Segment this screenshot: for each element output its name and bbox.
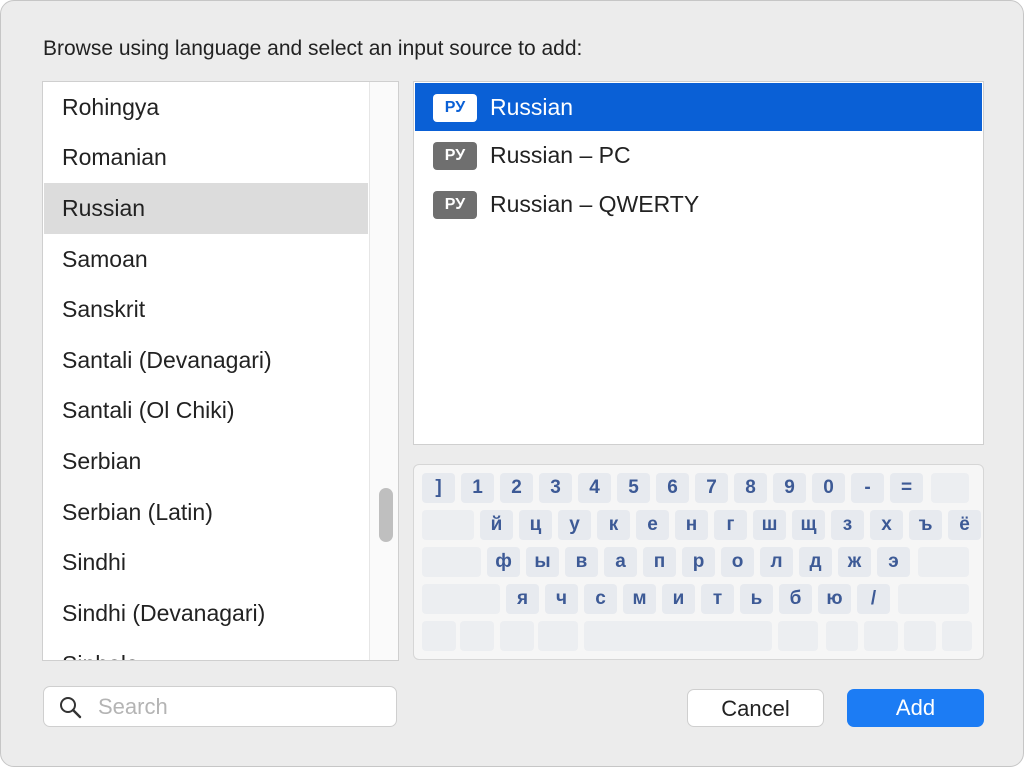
keyboard-key: г (714, 510, 747, 540)
keyboard-key: о (721, 547, 754, 577)
keyboard-key-blank (864, 621, 898, 651)
keyboard-key: и (662, 584, 695, 614)
language-item-sindhi-devanagari[interactable]: Sindhi (Devanagari) (44, 588, 368, 639)
keyboard-key: т (701, 584, 734, 614)
keyboard-key-blank (422, 621, 456, 651)
add-button[interactable]: Add (847, 689, 984, 727)
language-list-scrollbar[interactable] (369, 82, 398, 660)
keyboard-key: ц (519, 510, 552, 540)
keyboard-key: с (584, 584, 617, 614)
keyboard-badge-icon: РУ (433, 191, 477, 219)
keyboard-key: 7 (695, 473, 728, 503)
keyboard-key: я (506, 584, 539, 614)
keyboard-key-blank (898, 584, 969, 614)
keyboard-key-blank (584, 621, 772, 651)
keyboard-key: 3 (539, 473, 572, 503)
keyboard-key-blank (904, 621, 936, 651)
keyboard-key: ь (740, 584, 773, 614)
keyboard-key-blank (422, 510, 474, 540)
keyboard-key: м (623, 584, 656, 614)
keyboard-key: й (480, 510, 513, 540)
language-item-rohingya[interactable]: Rohingya (44, 82, 368, 133)
input-source-label: Russian – PC (490, 142, 631, 168)
keyboard-key: 0 (812, 473, 845, 503)
keyboard-key-blank (500, 621, 534, 651)
keyboard-key: у (558, 510, 591, 540)
keyboard-key: щ (792, 510, 825, 540)
keyboard-key: 6 (656, 473, 689, 503)
scrollbar-thumb[interactable] (379, 488, 393, 542)
keyboard-key: н (675, 510, 708, 540)
language-item-russian[interactable]: Russian (44, 183, 368, 234)
input-source-list[interactable]: РУ Russian РУ Russian – PC РУ Russian – … (413, 81, 984, 445)
search-field[interactable] (43, 686, 397, 727)
input-source-label: Russian – QWERTY (490, 191, 700, 217)
language-item-santali-ol-chiki[interactable]: Santali (Ol Chiki) (44, 385, 368, 436)
language-item-serbian-latin[interactable]: Serbian (Latin) (44, 487, 368, 538)
language-item-samoan[interactable]: Samoan (44, 234, 368, 285)
keyboard-key: к (597, 510, 630, 540)
keyboard-key: ] (422, 473, 455, 503)
keyboard-key: э (877, 547, 910, 577)
dialog-prompt: Browse using language and select an inpu… (43, 37, 583, 60)
language-item-sinhala[interactable]: Sinhala (44, 639, 368, 660)
keyboard-key: л (760, 547, 793, 577)
keyboard-key: ш (753, 510, 786, 540)
search-input[interactable] (96, 691, 390, 723)
keyboard-key: р (682, 547, 715, 577)
keyboard-key: ж (838, 547, 871, 577)
keyboard-badge-icon: РУ (433, 94, 477, 122)
language-item-serbian[interactable]: Serbian (44, 436, 368, 487)
keyboard-key-blank (460, 621, 494, 651)
keyboard-key: ф (487, 547, 520, 577)
cancel-button[interactable]: Cancel (687, 689, 824, 727)
keyboard-key: б (779, 584, 812, 614)
language-list[interactable]: Rohingya Romanian Russian Samoan Sanskri… (42, 81, 399, 661)
keyboard-key: в (565, 547, 598, 577)
keyboard-key: - (851, 473, 884, 503)
keyboard-key: 9 (773, 473, 806, 503)
language-item-sindhi[interactable]: Sindhi (44, 537, 368, 588)
language-item-santali-devanagari[interactable]: Santali (Devanagari) (44, 335, 368, 386)
keyboard-key-blank (942, 621, 972, 651)
language-item-sanskrit[interactable]: Sanskrit (44, 284, 368, 335)
keyboard-key: ы (526, 547, 559, 577)
keyboard-key: д (799, 547, 832, 577)
keyboard-key: 4 (578, 473, 611, 503)
keyboard-key-blank (538, 621, 578, 651)
add-input-source-dialog: Browse using language and select an inpu… (0, 0, 1024, 767)
keyboard-key: 2 (500, 473, 533, 503)
keyboard-key: ч (545, 584, 578, 614)
keyboard-badge-icon: РУ (433, 142, 477, 170)
keyboard-key-blank (931, 473, 969, 503)
keyboard-key: 1 (461, 473, 494, 503)
keyboard-key: ю (818, 584, 851, 614)
keyboard-key-blank (826, 621, 858, 651)
keyboard-key: 8 (734, 473, 767, 503)
input-source-russian-pc[interactable]: РУ Russian – PC (415, 131, 982, 179)
keyboard-key: з (831, 510, 864, 540)
keyboard-key-blank (778, 621, 818, 651)
keyboard-layout-preview: ] 1 2 3 4 5 6 7 8 9 0- = й ц у к е н г ш щ з х ъ ё ф ы в а п р о л д ж э я ч с… (413, 464, 984, 660)
keyboard-key: ъ (909, 510, 942, 540)
keyboard-key: е (636, 510, 669, 540)
keyboard-key-blank (918, 547, 969, 577)
keyboard-key: х (870, 510, 903, 540)
keyboard-key: п (643, 547, 676, 577)
input-source-label: Russian (490, 94, 574, 120)
keyboard-key: = (890, 473, 923, 503)
keyboard-key: а (604, 547, 637, 577)
input-source-russian-qwerty[interactable]: РУ Russian – QWERTY (415, 180, 982, 228)
search-icon (60, 697, 82, 719)
keyboard-key-blank (422, 584, 500, 614)
keyboard-key: 5 (617, 473, 650, 503)
language-item-romanian[interactable]: Romanian (44, 132, 368, 183)
input-source-russian[interactable]: РУ Russian (415, 83, 982, 131)
keyboard-key: / (857, 584, 890, 614)
keyboard-key: ё (948, 510, 981, 540)
keyboard-key-blank (422, 547, 481, 577)
